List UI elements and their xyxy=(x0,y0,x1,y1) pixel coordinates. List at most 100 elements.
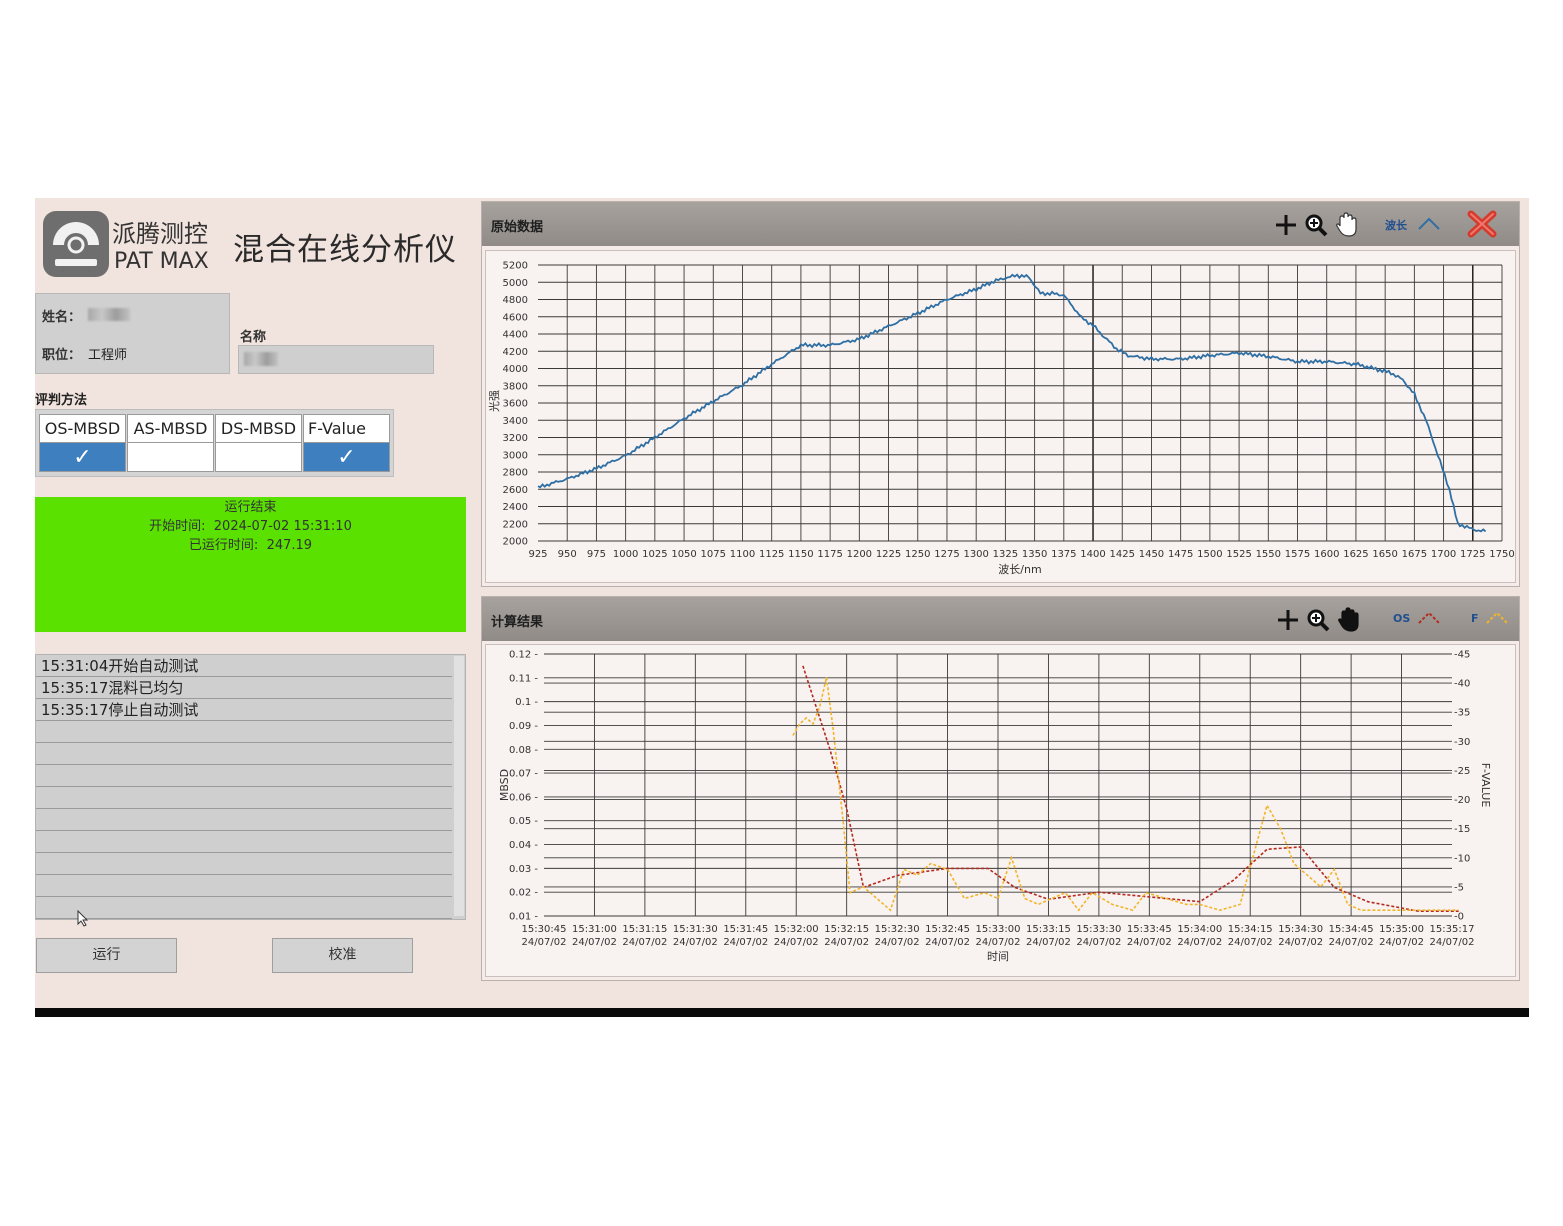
name-input[interactable] xyxy=(238,345,434,374)
y-tick-label: 4800 xyxy=(503,295,528,306)
start-time-row: 开始时间: 2024-07-02 15:31:10 xyxy=(35,517,466,536)
method-f-value[interactable]: F-Value ✓ xyxy=(303,414,390,472)
x-tick-date: 24/07/02 xyxy=(572,937,617,948)
y-tick-label: 2800 xyxy=(503,468,528,479)
brand-name-cn: 派腾测控 xyxy=(112,220,208,248)
x-tick-label: 1375 xyxy=(1051,549,1076,560)
calibrate-button[interactable]: 校准 xyxy=(272,938,413,973)
x-tick-date: 24/07/02 xyxy=(875,937,920,948)
x-tick-label: 1300 xyxy=(963,549,988,560)
x-tick-date: 24/07/02 xyxy=(1228,937,1273,948)
x-tick-date: 24/07/02 xyxy=(1278,937,1323,948)
x-axis-label: 波长/nm xyxy=(998,563,1041,576)
x-tick-date: 24/07/02 xyxy=(1127,937,1172,948)
x-tick-time: 15:31:45 xyxy=(723,924,768,935)
y-tick-label: 0.12 - xyxy=(509,650,538,661)
y-tick-label: 3800 xyxy=(503,381,528,392)
x-tick-date: 24/07/02 xyxy=(522,937,567,948)
result-title: 计算结果 xyxy=(491,615,544,630)
x-tick-label: 1400 xyxy=(1080,549,1105,560)
x-tick-label: 1100 xyxy=(730,549,755,560)
method-checkbox[interactable]: ✓ xyxy=(40,443,125,471)
method-label: OS-MBSD xyxy=(40,415,125,443)
x-tick-label: 1075 xyxy=(701,549,726,560)
method-checkbox[interactable] xyxy=(216,443,301,471)
x-tick-label: 925 xyxy=(528,549,547,560)
y-tick-label: 0.01 - xyxy=(509,912,538,923)
y-tick-label: 4000 xyxy=(503,364,528,375)
method-ds-mbsd[interactable]: DS-MBSD xyxy=(215,414,302,472)
mouse-cursor-icon xyxy=(77,910,89,927)
x-tick-label: 1725 xyxy=(1460,549,1485,560)
y-tick-label: 0.11 - xyxy=(509,673,538,684)
y-tick-label: 0.06 - xyxy=(509,792,538,803)
zoom-icon[interactable] xyxy=(1306,608,1330,632)
x-tick-date: 24/07/02 xyxy=(723,937,768,948)
x-tick-label: 950 xyxy=(558,549,577,560)
y-tick-label: 0.08 - xyxy=(509,745,538,756)
zoom-icon[interactable] xyxy=(1304,213,1328,237)
method-checkbox[interactable] xyxy=(128,443,213,471)
role-label: 职位： xyxy=(42,348,82,363)
check-icon: ✓ xyxy=(337,444,356,470)
role-value: 工程师 xyxy=(88,348,128,363)
x-tick-time: 15:32:00 xyxy=(774,924,819,935)
method-os-mbsd[interactable]: OS-MBSD ✓ xyxy=(39,414,126,472)
y-tick-label: 2200 xyxy=(503,519,528,530)
x-tick-label: 1425 xyxy=(1110,549,1135,560)
y-tick-label: 3000 xyxy=(503,450,528,461)
x-tick-label: 1025 xyxy=(642,549,667,560)
y-tick-label: 4600 xyxy=(503,312,528,323)
x-tick-label: 1575 xyxy=(1285,549,1310,560)
x-tick-label: 1000 xyxy=(613,549,638,560)
raw-data-header: 原始数据 波长 xyxy=(482,202,1519,246)
x-tick-time: 15:34:15 xyxy=(1228,924,1273,935)
os-legend-swatch-icon xyxy=(1418,611,1440,624)
log-item-empty xyxy=(36,875,452,897)
x-tick-time: 15:34:00 xyxy=(1177,924,1222,935)
y2-tick-label: -0 xyxy=(1454,912,1464,923)
run-button[interactable]: 运行 xyxy=(36,938,177,973)
log-list[interactable]: 15:31:04开始自动测试 15:35:17混料已均匀 15:35:17停止自… xyxy=(35,654,466,920)
method-checkbox[interactable]: ✓ xyxy=(304,443,389,471)
log-item-empty xyxy=(36,853,452,875)
x-tick-date: 24/07/02 xyxy=(976,937,1021,948)
x-tick-label: 975 xyxy=(587,549,606,560)
elapsed-value: 247.19 xyxy=(266,538,313,553)
log-item-empty xyxy=(36,743,452,765)
log-item: 15:35:17停止自动测试 xyxy=(36,699,452,721)
raw-data-plot-area[interactable]: 925 950 975 1000 1025 1050 1075 1100 1125 1150 117… xyxy=(485,250,1516,583)
crosshair-icon[interactable] xyxy=(1275,214,1297,236)
close-icon[interactable] xyxy=(1467,210,1497,238)
y2-tick-label: -35 xyxy=(1454,708,1470,719)
result-plot-area[interactable]: 15:30:45 24/07/02 15:31:00 24/07/02 15:31:15… xyxy=(485,644,1516,977)
x-tick-label: 1125 xyxy=(759,549,784,560)
x-tick-date: 24/07/02 xyxy=(1430,937,1475,948)
y-tick-label: 0.1 - xyxy=(515,697,538,708)
pan-hand-icon[interactable] xyxy=(1337,607,1359,633)
log-scrollbar[interactable] xyxy=(454,656,464,916)
pan-hand-icon[interactable] xyxy=(1335,212,1357,238)
method-panel: OS-MBSD ✓ AS-MBSD DS-MBSD F-Value ✓ xyxy=(35,409,394,477)
f-legend-swatch-icon xyxy=(1486,611,1508,624)
y-tick-label: 0.07 - xyxy=(509,769,538,780)
method-as-mbsd[interactable]: AS-MBSD xyxy=(127,414,214,472)
app-title: 混合在线分析仪 xyxy=(233,232,457,268)
y2-tick-label: -10 xyxy=(1454,853,1470,864)
x-tick-time: 15:33:00 xyxy=(976,924,1021,935)
y-tick-label: 0.02 - xyxy=(509,888,538,899)
x-tick-label: 1650 xyxy=(1372,549,1397,560)
log-item: 15:31:04开始自动测试 xyxy=(36,655,452,677)
y2-tick-label: -20 xyxy=(1454,795,1470,806)
app-window: 派腾测控 PAT MAX 混合在线分析仪 姓名： 职位： 工程师 名称 评判方法… xyxy=(35,198,1529,1010)
spectrum-legend-swatch-icon xyxy=(1418,217,1440,230)
log-item-empty xyxy=(36,721,452,743)
spectrum-chart: 925 950 975 1000 1025 1050 1075 1100 1125 1150 117… xyxy=(487,261,1515,577)
log-item-empty xyxy=(36,765,452,787)
crosshair-icon[interactable] xyxy=(1277,609,1299,631)
y-tick-label: 2000 xyxy=(503,537,528,548)
name-input-redacted xyxy=(244,352,278,366)
y2-tick-label: -40 xyxy=(1454,679,1470,690)
x-tick-time: 15:33:45 xyxy=(1127,924,1172,935)
x-tick-time: 15:32:15 xyxy=(824,924,869,935)
